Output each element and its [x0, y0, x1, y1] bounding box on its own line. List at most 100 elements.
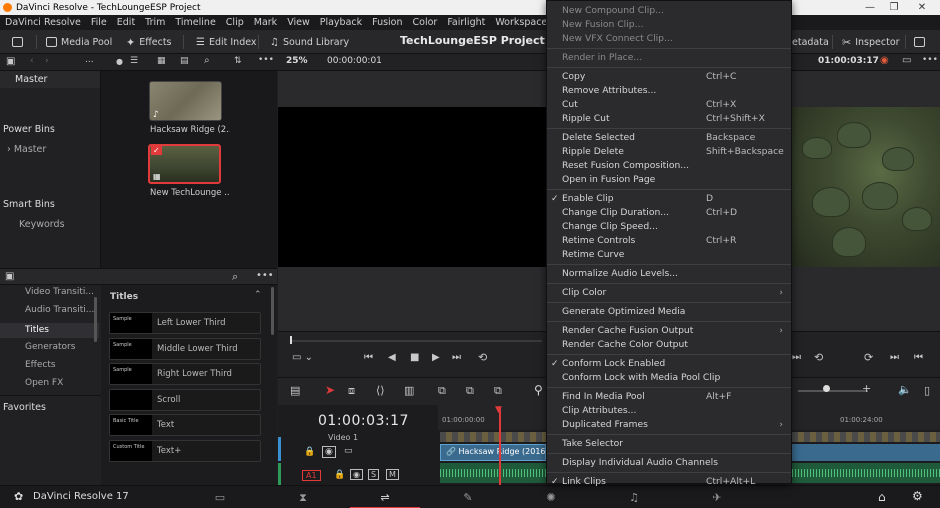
menu-item-remove-attributes[interactable]: Remove Attributes...	[547, 84, 791, 98]
expand-icon[interactable]	[914, 35, 925, 49]
edit-page-icon[interactable]: ⇌	[350, 486, 420, 508]
title-preset[interactable]: Scroll	[109, 389, 261, 411]
speaker-icon[interactable]: 🔈	[898, 383, 912, 396]
smart-bin-keywords[interactable]: Keywords	[19, 219, 65, 230]
menu-clip[interactable]: Clip	[221, 17, 249, 28]
color-page-icon[interactable]: ✺	[516, 486, 586, 508]
effects-category-item[interactable]: Audio Transiti...	[25, 305, 94, 315]
menu-item-retime-curve[interactable]: Retime Curve	[547, 248, 791, 262]
clip-thumbnail-techlounge[interactable]: ✓ ▦	[148, 144, 221, 184]
monitor-icon[interactable]	[12, 35, 23, 49]
menu-item-normalize-audio-levels[interactable]: Normalize Audio Levels...	[547, 267, 791, 281]
menu-fusion[interactable]: Fusion	[367, 17, 407, 28]
razor-tool-icon[interactable]: ▥	[404, 384, 414, 397]
power-bin-master[interactable]: › Master	[7, 144, 46, 155]
home-icon[interactable]: ⌂	[878, 490, 886, 504]
filmstrip-icon[interactable]: ▤	[180, 56, 189, 66]
menu-item-open-in-fusion-page[interactable]: Open in Fusion Page	[547, 173, 791, 187]
zoom-slider[interactable]	[798, 390, 868, 392]
panel-toggle-icon[interactable]: ▣	[5, 271, 14, 282]
camera-icon[interactable]: ◉	[322, 446, 336, 458]
menu-trim[interactable]: Trim	[140, 17, 170, 28]
sound-library-button[interactable]: ♫ Sound Library	[270, 35, 349, 49]
playhead[interactable]	[499, 408, 501, 485]
media-page-icon[interactable]: ▭	[185, 486, 255, 508]
scrollbar[interactable]	[94, 297, 97, 342]
menu-item-duplicated-frames[interactable]: Duplicated Frames ›	[547, 418, 791, 432]
menu-item-enable-clip[interactable]: ✓ Enable Clip D	[547, 192, 791, 206]
skip-forward-icon[interactable]: ⏭	[452, 352, 461, 363]
chevron-up-icon[interactable]: ⌃	[254, 290, 262, 300]
menu-item-clip-attributes[interactable]: Clip Attributes...	[547, 404, 791, 418]
menu-item-copy[interactable]: Copy Ctrl+C	[547, 70, 791, 84]
effects-button[interactable]: ✦ Effects	[126, 35, 172, 49]
loop-icon[interactable]: ⟲	[478, 351, 487, 364]
edit-index-button[interactable]: ☰ Edit Index	[196, 35, 257, 49]
effects-category-item[interactable]: Video Transiti...	[25, 287, 94, 297]
menu-item-new-vfx-connect-clip[interactable]: New VFX Connect Clip...	[547, 32, 791, 46]
effects-category-item[interactable]: Generators	[25, 342, 75, 352]
menu-color[interactable]: Color	[408, 17, 443, 28]
prev-edit-icon[interactable]: ⏮	[914, 352, 923, 363]
menu-item-new-fusion-clip[interactable]: New Fusion Clip...	[547, 18, 791, 32]
cut-page-icon[interactable]: ⧗	[268, 486, 338, 508]
timeline-ruler[interactable]: 01:00:00:00	[438, 405, 548, 430]
metadata-button[interactable]: etadata	[792, 35, 829, 49]
stop-icon[interactable]: ■	[410, 352, 419, 363]
play-reverse-icon[interactable]: ◀	[388, 352, 396, 363]
menu-item-display-individual-audio-channels[interactable]: Display Individual Audio Channels	[547, 456, 791, 470]
zoom-in-icon[interactable]: +	[862, 382, 871, 395]
replace-clip-icon[interactable]: ⧉	[494, 384, 502, 398]
menu-fairlight[interactable]: Fairlight	[442, 17, 490, 28]
timeline-video-clip[interactable]: 🔗 Hacksaw Ridge (2016) Of	[440, 444, 560, 461]
timeline-layout-icon[interactable]: ▤	[290, 384, 300, 397]
menu-item-cut[interactable]: Cut Ctrl+X	[547, 98, 791, 112]
panel-toggle-icon[interactable]: ▣	[6, 56, 15, 67]
menu-item-delete-selected[interactable]: Delete Selected Backspace	[547, 131, 791, 145]
menu-item-conform-lock-enabled[interactable]: ✓ Conform Lock Enabled	[547, 357, 791, 371]
fairlight-page-icon[interactable]: ♫	[599, 486, 669, 508]
search-icon[interactable]: ⌕	[204, 55, 210, 66]
menu-item-take-selector[interactable]: Take Selector	[547, 437, 791, 451]
grid-view-icon[interactable]: ▦	[157, 56, 166, 66]
forward-icon[interactable]: ›	[45, 56, 49, 66]
search-icon[interactable]: ⌕	[232, 270, 238, 284]
play-icon[interactable]: ▶	[432, 352, 440, 363]
more-options-icon[interactable]: •••	[256, 270, 274, 281]
menu-edit[interactable]: Edit	[112, 17, 140, 28]
menu-workspace[interactable]: Workspace	[490, 17, 552, 28]
media-pool-button[interactable]: Media Pool	[46, 35, 112, 49]
menu-file[interactable]: File	[86, 17, 112, 28]
menu-view[interactable]: View	[282, 17, 315, 28]
menu-item-link-clips[interactable]: ✓ Link Clips Ctrl+Alt+L	[547, 475, 791, 489]
deliver-page-icon[interactable]: ✈	[682, 486, 752, 508]
scrollbar[interactable]	[271, 287, 274, 335]
link-icon[interactable]: ⚲	[534, 383, 543, 397]
source-scrubber[interactable]	[290, 340, 542, 342]
selection-tool-icon[interactable]: ➤	[325, 383, 335, 397]
timeline-viewer-frame[interactable]	[792, 107, 940, 267]
title-preset[interactable]: Sample Right Lower Third	[109, 363, 261, 385]
menu-item-conform-lock-with-media-pool-clip[interactable]: Conform Lock with Media Pool Clip	[547, 371, 791, 385]
audio-icon[interactable]: ◉	[350, 469, 363, 480]
menu-item-render-cache-fusion-output[interactable]: Render Cache Fusion Output ›	[547, 324, 791, 338]
timeline-audio-clip[interactable]	[440, 463, 546, 483]
master-bin[interactable]: Master	[0, 71, 100, 88]
clip-thumbnail-hacksaw[interactable]: ♪	[149, 81, 222, 121]
menu-item-generate-optimized-media[interactable]: Generate Optimized Media	[547, 305, 791, 319]
list-view-icon[interactable]: ☰	[130, 56, 138, 66]
title-preset[interactable]: Sample Middle Lower Third	[109, 338, 261, 360]
menu-item-find-in-media-pool[interactable]: Find In Media Pool Alt+F	[547, 390, 791, 404]
match-frame-icon[interactable]: ⟳	[864, 351, 873, 364]
next-edit-icon[interactable]: ⏭	[890, 352, 899, 363]
menu-item-new-compound-clip[interactable]: New Compound Clip...	[547, 4, 791, 18]
menu-item-change-clip-speed[interactable]: Change Clip Speed...	[547, 220, 791, 234]
maximize-icon[interactable]: ❐	[880, 0, 908, 15]
menu-playback[interactable]: Playback	[315, 17, 367, 28]
sort-icon[interactable]: ⇅	[234, 56, 242, 66]
viewer-layout-icon[interactable]: ▭ ⌄	[292, 352, 313, 363]
viewer-options-icon[interactable]: •••	[922, 55, 938, 65]
lock-icon[interactable]: 🔒	[304, 447, 315, 457]
title-preset[interactable]: Basic Title Text	[109, 414, 261, 436]
menu-item-render-cache-color-output[interactable]: Render Cache Color Output	[547, 338, 791, 352]
